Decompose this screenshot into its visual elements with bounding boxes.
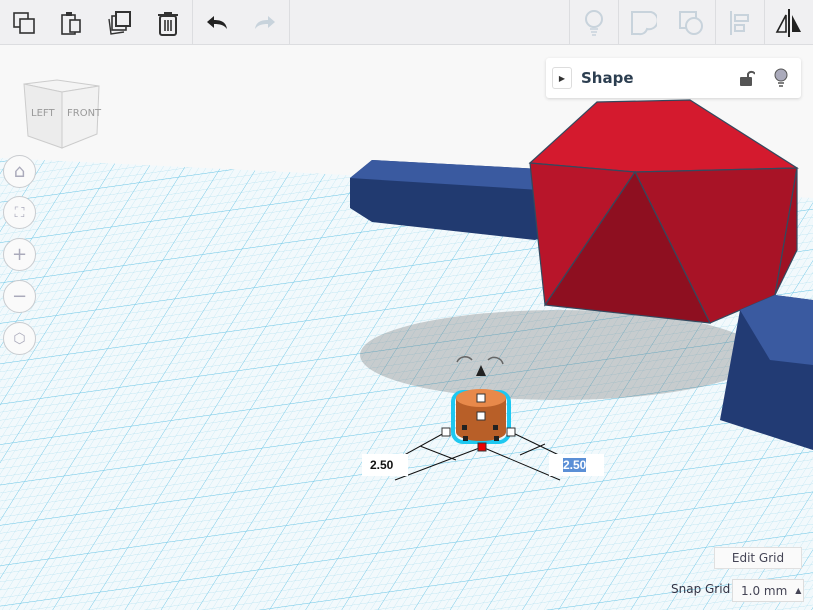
- mirror-button[interactable]: [765, 0, 813, 45]
- duplicate-button[interactable]: [96, 0, 144, 45]
- group-icon: [631, 10, 657, 35]
- delete-button[interactable]: [144, 0, 192, 45]
- corner-handle[interactable]: [477, 442, 487, 452]
- home-view-button[interactable]: ⌂: [3, 155, 36, 188]
- ungroup-button[interactable]: [667, 0, 715, 45]
- undo-icon: [207, 15, 227, 29]
- zoom-out-button[interactable]: −: [3, 280, 36, 313]
- notes-button[interactable]: [570, 0, 618, 45]
- mirror-icon: [775, 8, 801, 37]
- redo-icon: [255, 15, 275, 29]
- copy-icon: [13, 11, 35, 34]
- lightbulb-icon: [585, 9, 603, 36]
- toolbar: [0, 0, 813, 45]
- expand-toggle[interactable]: ▶: [552, 67, 572, 89]
- align-icon: [730, 10, 749, 35]
- zoom-in-button[interactable]: +: [3, 238, 36, 271]
- perspective-button[interactable]: ⬡: [3, 322, 36, 355]
- align-button[interactable]: [716, 0, 764, 45]
- redo-button[interactable]: [241, 0, 289, 45]
- center-handle[interactable]: [476, 411, 486, 421]
- undo-button[interactable]: [193, 0, 241, 45]
- workplane-viewport[interactable]: [0, 46, 813, 610]
- fit-view-button[interactable]: ⛶: [3, 196, 36, 229]
- width-dimension-input[interactable]: 2.50: [362, 454, 408, 476]
- duplicate-icon: [108, 10, 131, 35]
- ungroup-icon: [679, 10, 703, 35]
- caret-right-icon: ▶: [558, 73, 566, 83]
- group-button[interactable]: [619, 0, 667, 45]
- height-handle[interactable]: [476, 393, 486, 403]
- resize-handle[interactable]: [506, 427, 516, 437]
- view-cube[interactable]: LEFT FRONT: [22, 78, 101, 154]
- shape-panel: ▶ Shape: [546, 58, 801, 98]
- unlock-icon[interactable]: [739, 69, 755, 87]
- copy-button[interactable]: [0, 0, 48, 45]
- resize-handle[interactable]: [441, 427, 451, 437]
- red-polyhedron: [528, 99, 799, 324]
- snap-grid-select[interactable]: 1.0 mm ▲: [732, 579, 804, 602]
- paste-button[interactable]: [48, 0, 96, 45]
- lightbulb-icon[interactable]: [773, 68, 789, 88]
- home-icon: ⌂: [13, 161, 26, 182]
- minus-icon: −: [11, 286, 28, 307]
- shadow: [360, 310, 760, 400]
- fit-icon: ⛶: [14, 204, 25, 221]
- delete-icon: [158, 11, 178, 36]
- edit-grid-button[interactable]: Edit Grid: [714, 547, 802, 569]
- length-dimension-input[interactable]: 2.50: [549, 454, 604, 476]
- shape-panel-title: Shape: [581, 69, 634, 87]
- view-cube-front[interactable]: FRONT: [67, 108, 101, 119]
- paste-icon: [61, 11, 81, 35]
- view-cube-left[interactable]: LEFT: [31, 108, 55, 119]
- cube-icon: ⬡: [13, 330, 26, 347]
- caret-up-icon: ▲: [795, 586, 802, 595]
- plus-icon: +: [11, 244, 28, 265]
- snap-grid-label: Snap Grid: [671, 582, 731, 596]
